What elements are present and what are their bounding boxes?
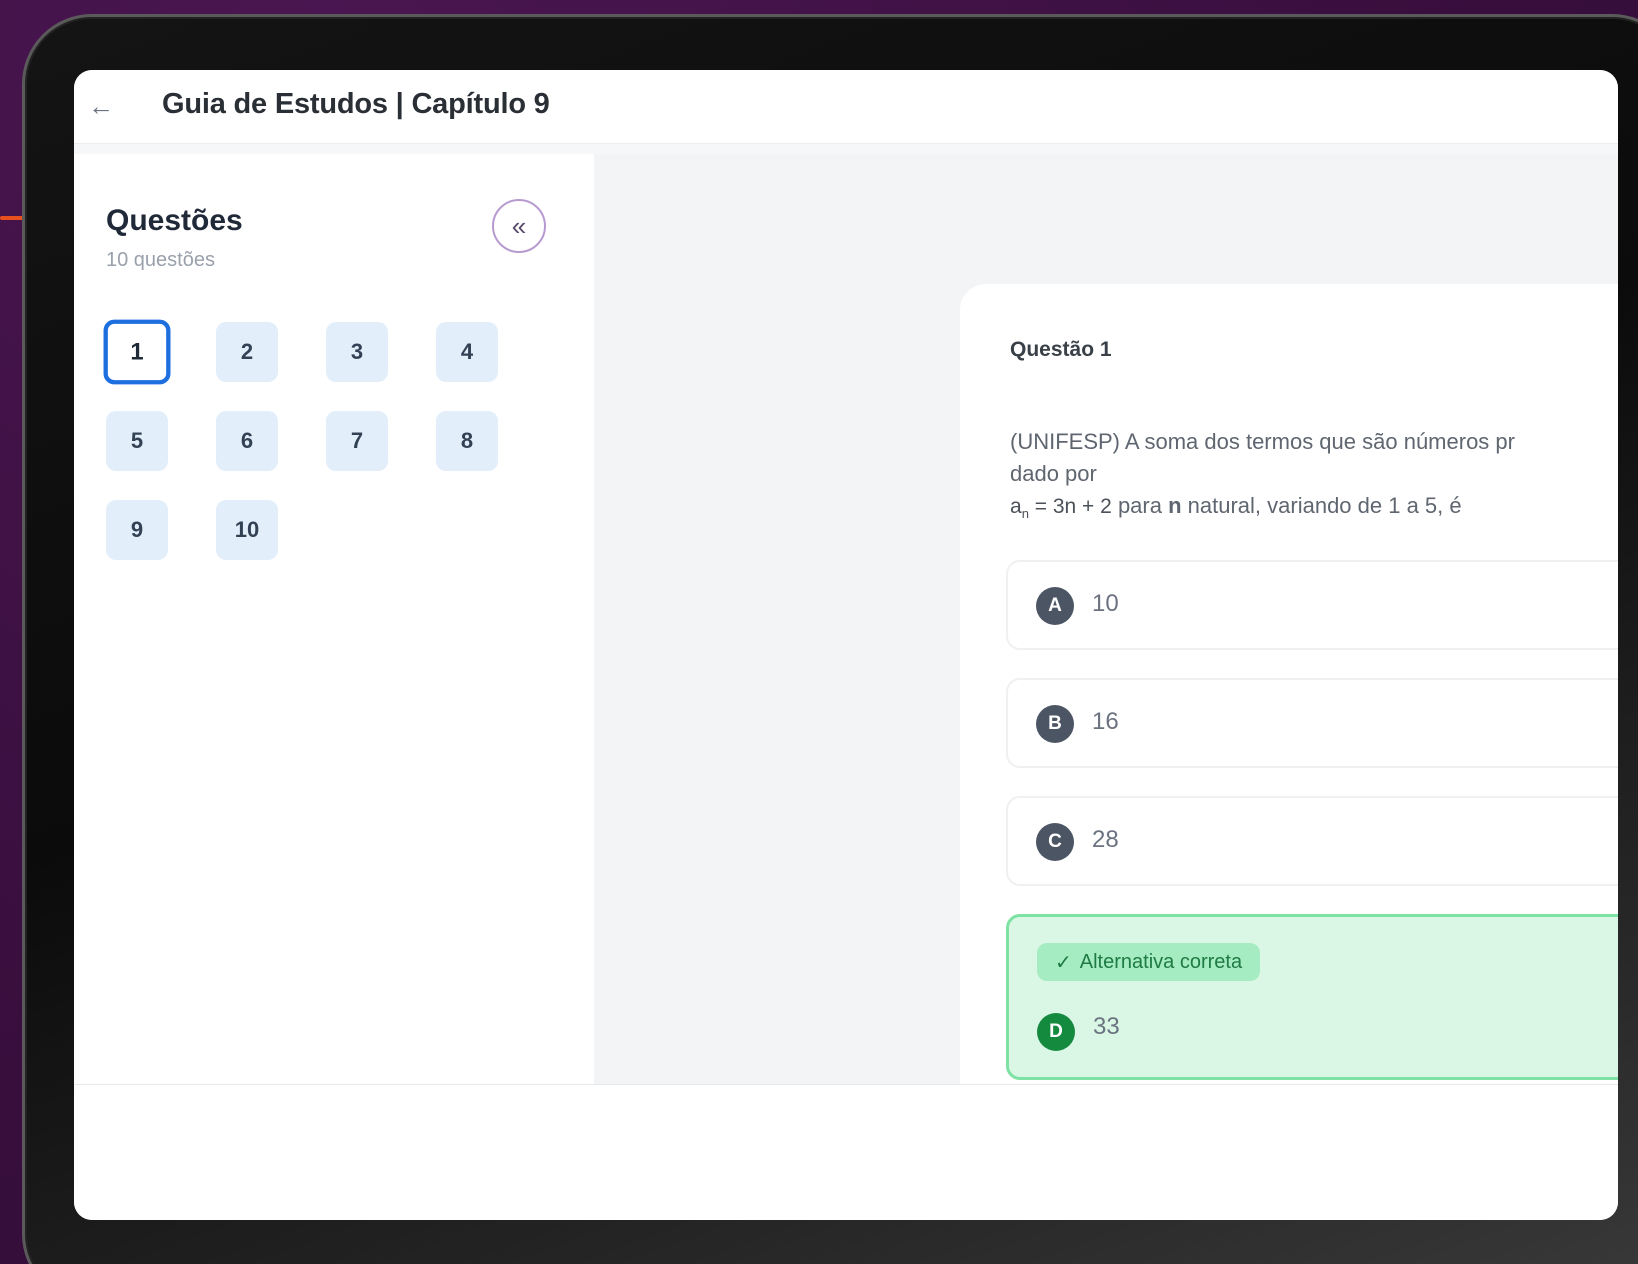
option-b[interactable]: B 16 xyxy=(1006,678,1618,768)
question-button-10[interactable]: 10 xyxy=(216,500,278,560)
arrow-left-icon[interactable]: ← xyxy=(88,92,114,120)
page-title: Guia de Estudos | Capítulo 9 xyxy=(162,88,550,120)
question-button-1[interactable]: 1 xyxy=(103,319,171,385)
question-card: Questão 1 (UNIFESP) A soma dos termos qu… xyxy=(960,284,1618,1192)
question-button-5[interactable]: 5 xyxy=(106,411,168,471)
question-button-3[interactable]: 3 xyxy=(326,322,388,382)
sidebar-subtitle: 10 questões xyxy=(106,249,215,271)
question-grid: 1 2 3 4 5 6 7 8 9 10 xyxy=(103,319,498,560)
formula: an = 3n + 2 xyxy=(1010,495,1112,522)
correct-badge-label: Alternativa correta xyxy=(1079,950,1243,973)
statement-line-1: (UNIFESP) A soma dos termos que são núme… xyxy=(1010,429,1515,454)
option-a[interactable]: A 10 xyxy=(1006,560,1618,650)
question-button-9[interactable]: 9 xyxy=(106,500,168,560)
option-letter: B xyxy=(1036,705,1074,743)
option-letter: D xyxy=(1037,1013,1075,1051)
double-chevron-left-icon: « xyxy=(511,210,527,241)
question-statement: (UNIFESP) A soma dos termos que são núme… xyxy=(1010,426,1618,530)
option-value: 16 xyxy=(1092,708,1119,735)
app-screen: ← Guia de Estudos | Capítulo 9 Questões … xyxy=(74,70,1618,1220)
sidebar-title: Questões xyxy=(106,204,243,237)
question-button-8[interactable]: 8 xyxy=(436,411,498,471)
collapse-sidebar-button[interactable]: « xyxy=(492,199,546,253)
option-d-correct[interactable]: ✓ Alternativa correta D 33 xyxy=(1006,914,1618,1080)
option-value: 28 xyxy=(1092,826,1119,853)
question-button-7[interactable]: 7 xyxy=(326,411,388,471)
option-letter: C xyxy=(1036,823,1074,861)
correct-answer-badge: ✓ Alternativa correta xyxy=(1037,943,1261,981)
statement-line-2: dado por xyxy=(1010,461,1097,486)
option-value: 10 xyxy=(1092,590,1119,617)
question-label: Questão 1 xyxy=(1010,338,1112,361)
top-bar: ← Guia de Estudos | Capítulo 9 xyxy=(74,70,1618,144)
question-button-6[interactable]: 6 xyxy=(216,411,278,471)
question-button-4[interactable]: 4 xyxy=(436,322,498,382)
option-c[interactable]: C 28 xyxy=(1006,796,1618,886)
main-content: Questão 1 (UNIFESP) A soma dos termos qu… xyxy=(594,154,1618,1192)
option-letter: A xyxy=(1036,587,1074,625)
statement-line-3: an = 3n + 2 para n natural, variando de … xyxy=(1010,493,1462,522)
questions-sidebar: Questões 10 questões « 1 2 3 4 5 6 7 8 9… xyxy=(74,154,594,1084)
option-value: 33 xyxy=(1093,1013,1120,1040)
check-icon: ✓ xyxy=(1055,951,1072,974)
footer-bar xyxy=(74,1084,1618,1220)
question-button-2[interactable]: 2 xyxy=(216,322,278,382)
